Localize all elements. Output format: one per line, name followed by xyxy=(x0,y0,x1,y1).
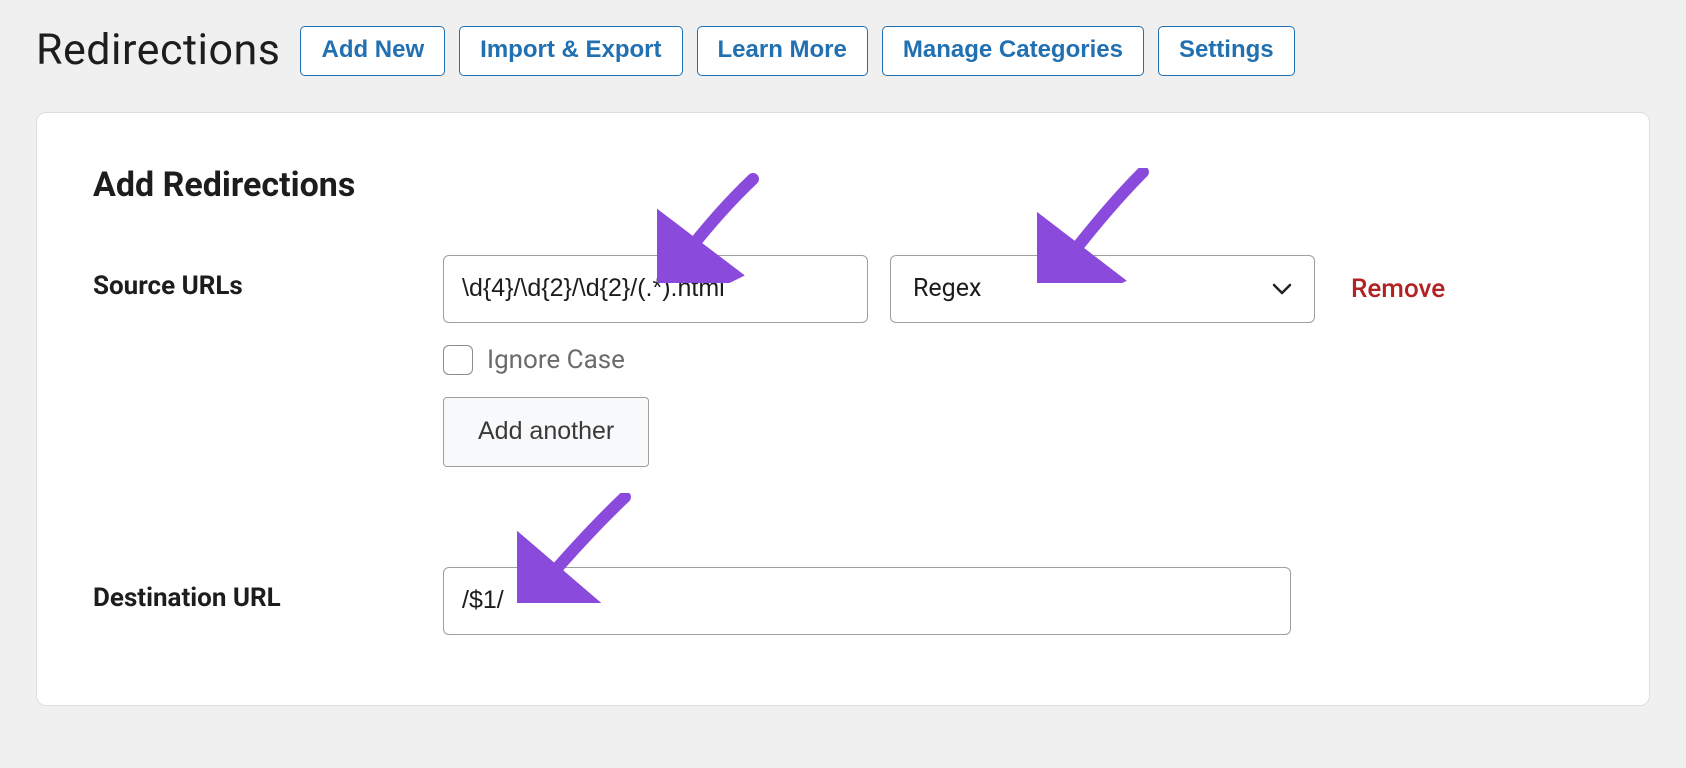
add-new-button[interactable]: Add New xyxy=(300,26,445,76)
import-export-button[interactable]: Import & Export xyxy=(459,26,682,76)
match-type-select[interactable]: Regex xyxy=(890,255,1315,323)
chevron-down-icon xyxy=(1272,283,1292,295)
page-header: Redirections Add New Import & Export Lea… xyxy=(36,26,1650,76)
top-button-bar: Add New Import & Export Learn More Manag… xyxy=(300,26,1294,76)
ignore-case-checkbox[interactable] xyxy=(443,345,473,375)
add-another-button[interactable]: Add another xyxy=(443,397,649,467)
ignore-case-row: Ignore Case xyxy=(443,345,1445,375)
source-url-input[interactable] xyxy=(443,255,868,323)
match-type-value: Regex xyxy=(913,274,981,303)
manage-categories-button[interactable]: Manage Categories xyxy=(882,26,1144,76)
destination-url-row: Destination URL xyxy=(93,567,1593,635)
source-urls-row: Source URLs Regex Remove Ignore Case xyxy=(93,255,1593,467)
learn-more-button[interactable]: Learn More xyxy=(697,26,868,76)
destination-url-label: Destination URL xyxy=(93,567,443,613)
source-url-entry: Regex Remove xyxy=(443,255,1445,323)
destination-url-input[interactable] xyxy=(443,567,1291,635)
remove-source-link[interactable]: Remove xyxy=(1351,274,1445,304)
ignore-case-label: Ignore Case xyxy=(487,345,625,375)
page-title: Redirections xyxy=(36,29,280,72)
source-urls-label: Source URLs xyxy=(93,255,443,301)
panel-heading: Add Redirections xyxy=(93,165,1593,205)
settings-button[interactable]: Settings xyxy=(1158,26,1295,76)
add-redirections-panel: Add Redirections Source URLs Regex Remov… xyxy=(36,112,1650,706)
